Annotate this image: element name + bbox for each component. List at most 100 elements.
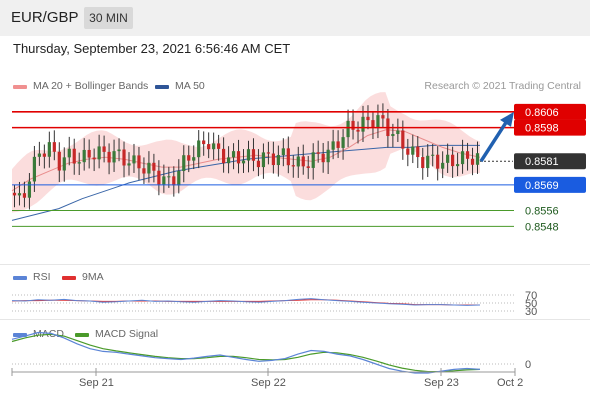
candle-body: [446, 154, 450, 163]
candle-body: [460, 151, 465, 165]
candle-body: [62, 157, 66, 171]
candle-body: [311, 152, 315, 168]
candle-body: [187, 155, 191, 161]
candle-body: [251, 149, 256, 161]
candle-body: [465, 151, 470, 159]
candle-body: [401, 130, 405, 149]
candle-body: [326, 149, 330, 163]
x-tick-label: Sep 21: [79, 377, 114, 389]
x-tick-label: Oct 2: [497, 377, 524, 389]
candle-body: [296, 156, 300, 167]
candle-body: [132, 155, 136, 164]
candle-body: [172, 176, 176, 186]
candle-body: [475, 153, 480, 165]
candle-body: [202, 140, 206, 145]
candle-body: [351, 120, 355, 130]
candle-body: [167, 176, 171, 178]
candle-body: [341, 137, 345, 148]
candle-body: [97, 146, 101, 160]
candle-body: [87, 149, 91, 158]
candle-body: [82, 149, 86, 163]
candle-body: [57, 151, 61, 171]
candle-body: [32, 156, 37, 182]
candle-body: [416, 146, 420, 158]
candle-body: [381, 115, 385, 119]
candle-body: [47, 142, 51, 157]
candle-body: [366, 116, 370, 121]
candle-body: [212, 143, 216, 150]
candle-body: [346, 120, 350, 138]
macd-line: [11, 331, 481, 374]
bollinger-band: [12, 92, 480, 213]
candle-body: [361, 116, 365, 132]
candle-body: [72, 148, 76, 164]
candle-body: [331, 141, 335, 150]
candle-body: [455, 164, 460, 167]
candle-body: [42, 153, 46, 157]
candle-body: [321, 153, 325, 163]
candle-body: [117, 149, 121, 152]
candle-body: [241, 160, 246, 164]
forecast-arrow: [479, 116, 511, 163]
candle-body: [207, 144, 211, 150]
candle-body: [376, 115, 380, 128]
candle-body: [286, 148, 290, 166]
candle-body: [112, 151, 116, 163]
candle-body: [27, 181, 32, 198]
candle-body: [436, 154, 440, 169]
candle-body: [37, 153, 41, 157]
candle-body: [266, 152, 271, 154]
candle-body: [221, 148, 226, 164]
candle-body: [301, 156, 305, 167]
candle-body: [406, 148, 410, 155]
candle-body: [391, 133, 395, 137]
candle-body: [316, 152, 320, 154]
candle-body: [256, 160, 261, 168]
candle-body: [411, 146, 415, 155]
macd-signal-line: [11, 333, 481, 373]
candle-body: [182, 155, 186, 172]
candle-body: [107, 151, 111, 163]
price-chart[interactable]: 0.86060.85980.85810.85690.85560.85487050…: [0, 0, 590, 400]
x-tick-label: Sep 22: [251, 377, 286, 389]
rsi-tick-label: 30: [525, 306, 537, 318]
forecast-arrow-head: [500, 111, 514, 127]
rsi-line: [11, 298, 481, 306]
candle-body: [431, 154, 435, 156]
candle-body: [162, 176, 166, 185]
candle-body: [356, 129, 360, 132]
candle-body: [122, 149, 126, 166]
candle-body: [77, 162, 81, 164]
last-price-label: 0.8581: [525, 156, 559, 168]
pivot-label: 0.8569: [525, 180, 559, 192]
candle-body: [52, 142, 56, 152]
candle-body: [197, 140, 201, 158]
candle-body: [246, 149, 251, 161]
candle-body: [396, 130, 400, 134]
candle-body: [22, 193, 27, 198]
candle-body: [271, 153, 275, 166]
candle-body: [192, 157, 196, 161]
candle-body: [152, 162, 156, 171]
candle-body: [236, 151, 241, 164]
support-label: 0.8556: [525, 206, 559, 218]
candle-body: [17, 193, 22, 196]
candle-body: [336, 141, 340, 148]
candle-body: [137, 155, 141, 169]
candle-body: [157, 170, 161, 185]
resistance-label: 0.8598: [525, 123, 559, 135]
candle-body: [451, 154, 455, 167]
candle-body: [147, 162, 151, 174]
candle-body: [231, 151, 236, 158]
resistance-label: 0.8606: [525, 107, 559, 119]
candle-body: [281, 148, 285, 156]
candle-body: [276, 155, 280, 166]
candle-body: [261, 152, 266, 168]
candle-body: [291, 165, 295, 167]
candle-body: [127, 163, 131, 166]
candle-body: [217, 143, 221, 149]
candle-body: [441, 162, 445, 169]
candle-body: [12, 192, 17, 196]
candle-body: [177, 171, 181, 186]
candle-body: [306, 166, 310, 168]
